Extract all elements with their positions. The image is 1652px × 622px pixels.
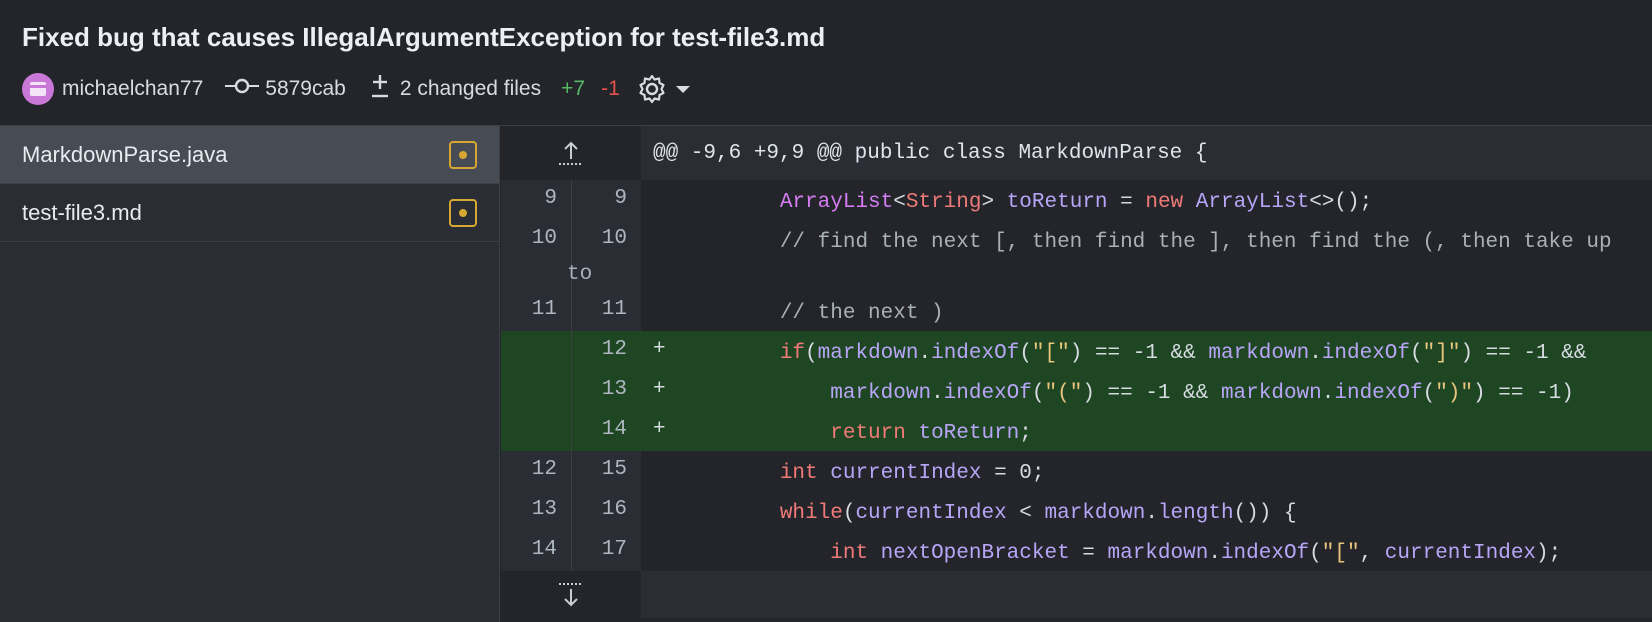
- old-line-number[interactable]: [501, 411, 571, 451]
- code-line: while(currentIndex < markdown.length()) …: [779, 502, 1297, 525]
- diff-line: 9 9 ArrayList<String> toReturn = new Arr…: [501, 180, 1652, 220]
- hunk-header-text: @@ -9,6 +9,9 @@ public class MarkdownPar…: [653, 141, 1208, 165]
- diff-sign: +: [653, 418, 666, 441]
- old-line-number[interactable]: 9: [501, 180, 571, 220]
- new-line-number[interactable]: 13: [571, 371, 641, 411]
- new-line-number[interactable]: 17: [571, 531, 641, 571]
- commit-icon: [225, 76, 260, 102]
- modified-icon: [449, 140, 477, 169]
- old-line-number[interactable]: 14: [501, 531, 571, 571]
- gear-icon: [639, 74, 665, 104]
- old-line-number[interactable]: 11: [501, 291, 571, 331]
- changed-files-sidebar: MarkdownParse.java test-file3.md: [0, 126, 500, 622]
- commit-sha[interactable]: 5879cab: [265, 77, 346, 101]
- changed-files-count: 2 changed files: [399, 77, 542, 100]
- diff-sign: [641, 531, 661, 571]
- deletions-count: -1: [601, 77, 620, 100]
- diff-settings-button[interactable]: [636, 73, 692, 105]
- code-line: return toReturn;: [830, 422, 1032, 445]
- diff-sign: [641, 180, 661, 220]
- diff-line: 14 17 int nextOpenBracket = markdown.ind…: [501, 531, 1652, 571]
- new-line-number[interactable]: 12: [571, 331, 641, 371]
- commit-title: Fixed bug that causes IllegalArgumentExc…: [22, 22, 826, 52]
- new-line-number[interactable]: 16: [571, 491, 641, 531]
- diff-sign: [641, 291, 661, 331]
- diff-line-added: 12 + if(markdown.indexOf("[") == -1 && m…: [501, 331, 1652, 371]
- additions-count: +7: [561, 77, 586, 100]
- diff-line: 13 16 while(currentIndex < markdown.leng…: [501, 491, 1652, 531]
- diff-sign: [641, 451, 661, 491]
- code-line: int currentIndex = 0;: [779, 462, 1045, 485]
- diff-line-added: 14 + return toReturn;: [501, 411, 1652, 451]
- hunk-footer: [501, 571, 1652, 618]
- commit-meta: michaelchan77 5879cab 2 changed files +7…: [22, 72, 692, 106]
- code-line: // find the next [, then find the ], the…: [567, 231, 1612, 286]
- file-diff-icon: [370, 73, 390, 105]
- diff-sign: +: [653, 338, 666, 361]
- file-item-markdownparse[interactable]: MarkdownParse.java: [0, 126, 499, 184]
- old-line-number[interactable]: 12: [501, 451, 571, 491]
- commit-header: Fixed bug that causes IllegalArgumentExc…: [0, 0, 1652, 126]
- diff-line: 11 11 // the next ): [501, 291, 1652, 331]
- old-line-number[interactable]: [501, 331, 571, 371]
- code-line: markdown.indexOf("(") == -1 && markdown.…: [830, 382, 1574, 405]
- expand-up-icon: [559, 141, 583, 165]
- author-name[interactable]: michaelchan77: [62, 77, 203, 101]
- chevron-down-icon: [675, 86, 690, 93]
- file-item-test-file3[interactable]: test-file3.md: [0, 184, 499, 242]
- new-line-number[interactable]: 14: [571, 411, 641, 451]
- old-line-number[interactable]: 13: [501, 491, 571, 531]
- diff-sign: [641, 491, 661, 531]
- code-line: int nextOpenBracket = markdown.indexOf("…: [830, 542, 1562, 565]
- code-line: ArrayList<String> toReturn = new ArrayLi…: [779, 191, 1373, 214]
- file-name: MarkdownParse.java: [22, 141, 228, 167]
- diff-sign: +: [653, 378, 666, 401]
- new-line-number[interactable]: 11: [571, 291, 641, 331]
- modified-icon: [449, 198, 477, 227]
- new-line-number[interactable]: 9: [571, 180, 641, 220]
- code-line: // the next ): [779, 302, 944, 325]
- hunk-header: @@ -9,6 +9,9 @@ public class MarkdownPar…: [501, 126, 1652, 180]
- diff-line: 10 10 // find the next [, then find the …: [501, 220, 1652, 291]
- file-name: test-file3.md: [22, 199, 142, 225]
- new-line-number[interactable]: 15: [571, 451, 641, 491]
- expand-up-button[interactable]: [501, 126, 641, 180]
- expand-down-button[interactable]: [501, 571, 641, 618]
- diff-line-added: 13 + markdown.indexOf("(") == -1 && mark…: [501, 371, 1652, 411]
- diff-line: 12 15 int currentIndex = 0;: [501, 451, 1652, 491]
- old-line-number[interactable]: [501, 371, 571, 411]
- author-avatar[interactable]: [22, 73, 54, 105]
- diff-view: @@ -9,6 +9,9 @@ public class MarkdownPar…: [501, 126, 1652, 622]
- code-line: if(markdown.indexOf("[") == -1 && markdo…: [779, 342, 1587, 365]
- expand-down-icon: [559, 582, 583, 606]
- old-line-number[interactable]: 10: [501, 220, 571, 291]
